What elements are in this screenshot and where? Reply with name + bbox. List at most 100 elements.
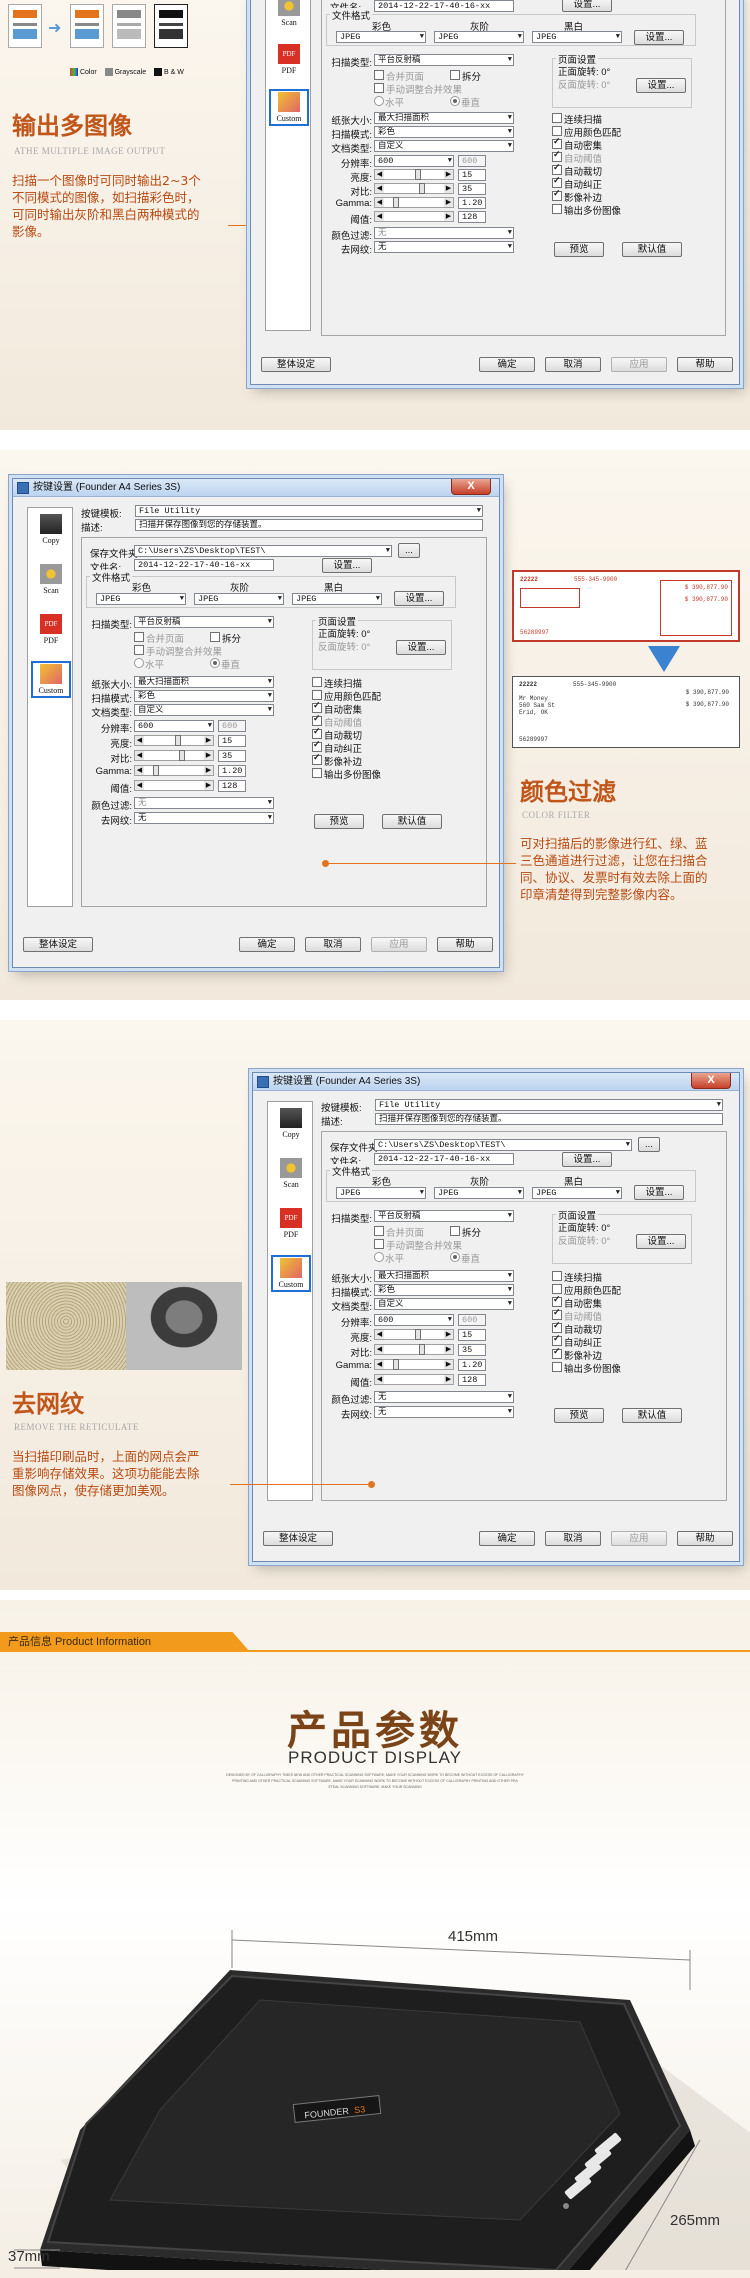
brightness-value[interactable]: 15 <box>458 1329 486 1341</box>
apply-button[interactable]: 应用 <box>611 1531 667 1546</box>
button-template-select[interactable]: File Utility <box>135 505 483 517</box>
descreen-select[interactable]: 无 <box>134 812 274 824</box>
cancel-button[interactable]: 取消 <box>545 357 601 372</box>
filename-input[interactable]: 2014-12-22-17-40-16-xx <box>134 559 274 571</box>
vertical-radio[interactable]: 垂直 <box>450 95 480 109</box>
help-button[interactable]: 帮助 <box>677 357 733 372</box>
color-format-select[interactable]: JPEG <box>96 593 186 605</box>
contrast-slider[interactable]: ◀ ▶ <box>374 183 454 194</box>
option-multi-output[interactable]: 输出多份图像 <box>312 767 381 781</box>
format-settings-button[interactable]: 设置... <box>634 30 684 45</box>
threshold-value[interactable]: 128 <box>458 1374 486 1386</box>
contrast-value[interactable]: 35 <box>218 750 246 762</box>
description-input[interactable]: 扫描并保存图像到您的存储装置。 <box>375 1113 723 1125</box>
bw-format-select[interactable]: JPEG <box>292 593 382 605</box>
split-checkbox[interactable]: 拆分 <box>450 69 481 83</box>
cancel-button[interactable]: 取消 <box>305 937 361 952</box>
icon-scan[interactable]: Scan <box>274 1158 308 1189</box>
preview-button[interactable]: 预览 <box>314 814 364 829</box>
filename-input[interactable]: 2014-12-22-17-40-16-xx <box>374 0 514 12</box>
brightness-slider[interactable]: ◀ ▶ <box>134 735 214 746</box>
icon-pdf[interactable]: PDF PDF <box>274 1208 308 1239</box>
manual-merge-checkbox[interactable]: 手动调整合并效果 <box>374 1238 462 1252</box>
descreen-select[interactable]: 无 <box>374 1406 514 1418</box>
bw-format-select[interactable]: JPEG <box>532 1187 622 1199</box>
threshold-slider[interactable]: ◀ ▶ <box>134 780 214 791</box>
format-settings-button[interactable]: 设置... <box>394 591 444 606</box>
cancel-button[interactable]: 取消 <box>545 1531 601 1546</box>
icon-custom[interactable]: Custom <box>269 89 309 126</box>
save-folder-select[interactable]: C:\Users\ZS\Desktop\TEST\ <box>134 545 392 557</box>
option-multi-output[interactable]: 输出多份图像 <box>552 1361 621 1375</box>
browse-button[interactable]: ... <box>398 543 420 558</box>
gamma-value[interactable]: 1.20 <box>218 765 246 777</box>
button-template-select[interactable]: File Utility <box>375 1099 723 1111</box>
merge-pages-checkbox[interactable]: 合并页面 <box>134 631 184 645</box>
threshold-value[interactable]: 128 <box>458 211 486 223</box>
resolution-select[interactable]: 600 <box>134 720 214 732</box>
settings-button[interactable]: 设置... <box>562 1152 612 1167</box>
help-button[interactable]: 帮助 <box>437 937 493 952</box>
option-color-match[interactable]: 应用颜色匹配 <box>552 1283 621 1297</box>
contrast-slider[interactable]: ◀ ▶ <box>134 750 214 761</box>
overall-settings-button[interactable]: 整体设定 <box>23 937 93 952</box>
bw-format-select[interactable]: JPEG <box>532 31 622 43</box>
brightness-slider[interactable]: ◀ ▶ <box>374 169 454 180</box>
scan-type-select[interactable]: 平台反射稿 <box>374 1210 514 1222</box>
horizontal-radio[interactable]: 水平 <box>374 95 404 109</box>
doc-type-select[interactable]: 自定义 <box>374 1298 514 1310</box>
threshold-value[interactable]: 128 <box>218 780 246 792</box>
split-checkbox[interactable]: 拆分 <box>210 631 241 645</box>
apply-button[interactable]: 应用 <box>371 937 427 952</box>
icon-copy[interactable]: Copy <box>34 514 68 545</box>
gamma-slider[interactable]: ◀ ▶ <box>374 1359 454 1370</box>
option-color-match[interactable]: 应用颜色匹配 <box>312 689 381 703</box>
icon-scan[interactable]: Scan <box>272 0 306 27</box>
horizontal-radio[interactable]: 水平 <box>374 1251 404 1265</box>
icon-custom[interactable]: Custom <box>271 1255 311 1292</box>
save-folder-select[interactable]: C:\Users\ZS\Desktop\TEST\ <box>374 1139 632 1151</box>
ok-button[interactable]: 确定 <box>239 937 295 952</box>
settings-button[interactable]: 设置... <box>562 0 612 12</box>
option-continuous[interactable]: 连续扫描 <box>552 1270 602 1284</box>
close-button[interactable]: X <box>451 479 491 495</box>
manual-merge-checkbox[interactable]: 手动调整合并效果 <box>134 644 222 658</box>
ok-button[interactable]: 确定 <box>479 357 535 372</box>
option-color-match[interactable]: 应用颜色匹配 <box>552 125 621 139</box>
vertical-radio[interactable]: 垂直 <box>210 657 240 671</box>
option-edge-fill[interactable]: 影像补边 <box>552 188 602 204</box>
doc-type-select[interactable]: 自定义 <box>134 704 274 716</box>
scan-type-select[interactable]: 平台反射稿 <box>134 616 274 628</box>
doc-type-select[interactable]: 自定义 <box>374 140 514 152</box>
description-input[interactable]: 扫描并保存图像到您的存储装置。 <box>135 519 483 531</box>
icon-pdf[interactable]: PDF PDF <box>272 44 306 75</box>
split-checkbox[interactable]: 拆分 <box>450 1225 481 1239</box>
help-button[interactable]: 帮助 <box>677 1531 733 1546</box>
gamma-value[interactable]: 1.20 <box>458 197 486 209</box>
contrast-slider[interactable]: ◀ ▶ <box>374 1344 454 1355</box>
paper-size-select[interactable]: 最大扫描面积 <box>374 112 514 124</box>
contrast-value[interactable]: 35 <box>458 183 486 195</box>
contrast-value[interactable]: 35 <box>458 1344 486 1356</box>
scan-mode-select[interactable]: 彩色 <box>374 1284 514 1296</box>
ok-button[interactable]: 确定 <box>479 1531 535 1546</box>
gamma-value[interactable]: 1.20 <box>458 1359 486 1371</box>
overall-settings-button[interactable]: 整体设定 <box>261 357 331 372</box>
default-button[interactable]: 默认值 <box>622 1408 682 1423</box>
option-multi-output[interactable]: 输出多份图像 <box>552 203 621 217</box>
horizontal-radio[interactable]: 水平 <box>134 657 164 671</box>
gray-format-select[interactable]: JPEG <box>194 593 284 605</box>
resolution-select[interactable]: 600 <box>374 155 454 167</box>
manual-merge-checkbox[interactable]: 手动调整合并效果 <box>374 82 462 96</box>
threshold-slider[interactable]: ◀ ▶ <box>374 1374 454 1385</box>
brightness-value[interactable]: 15 <box>458 169 486 181</box>
close-button[interactable]: X <box>691 1073 731 1089</box>
icon-pdf[interactable]: PDF PDF <box>34 614 68 645</box>
page-settings-button[interactable]: 设置... <box>396 640 446 655</box>
page-settings-button[interactable]: 设置... <box>636 1234 686 1249</box>
format-settings-button[interactable]: 设置... <box>634 1185 684 1200</box>
settings-button[interactable]: 设置... <box>322 558 372 573</box>
threshold-slider[interactable]: ◀ ▶ <box>374 211 454 222</box>
vertical-radio[interactable]: 垂直 <box>450 1251 480 1265</box>
gamma-slider[interactable]: ◀ ▶ <box>374 197 454 208</box>
